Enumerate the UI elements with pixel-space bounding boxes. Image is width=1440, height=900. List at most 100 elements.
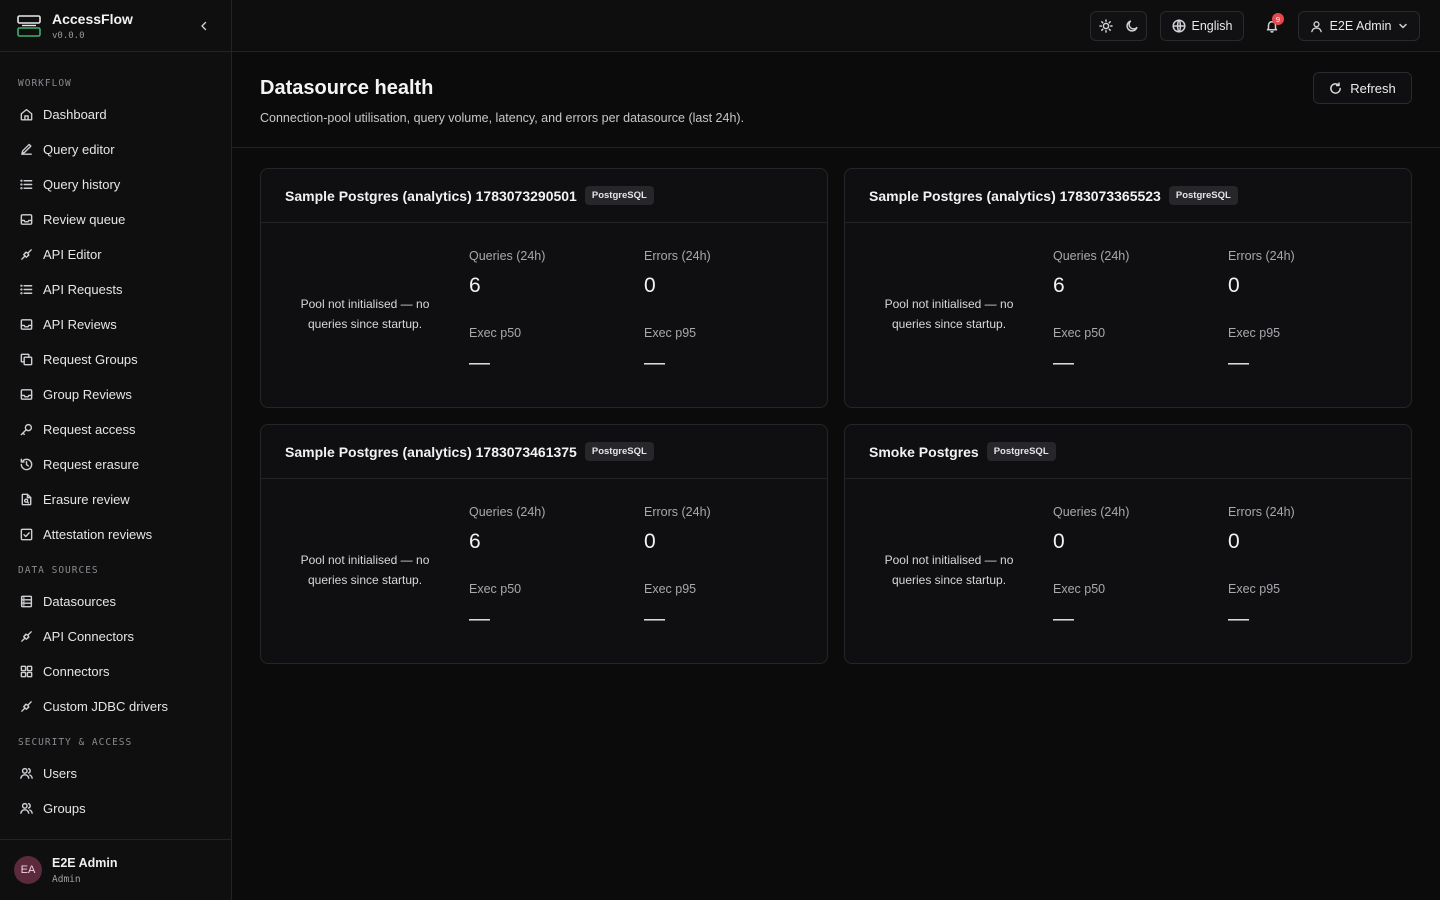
sidebar-item-api-editor[interactable]: API Editor xyxy=(0,237,231,272)
sidebar-nav: WORKFLOW Dashboard Query editor Query histo… xyxy=(0,52,231,826)
sidebar-item-label: Request access xyxy=(43,422,136,437)
sidebar-item-query-history[interactable]: Query history xyxy=(0,167,231,202)
metric-value: — xyxy=(469,607,490,630)
sidebar-item-label: API Requests xyxy=(43,282,123,297)
sidebar-user[interactable]: EA E2E Admin Admin xyxy=(0,839,231,900)
metric-value: — xyxy=(1228,607,1249,630)
inbox-icon xyxy=(18,317,34,333)
sidebar-item-query-editor[interactable]: Query editor xyxy=(0,132,231,167)
app-name: AccessFlow xyxy=(52,10,133,27)
sidebar-item-datasources[interactable]: Datasources xyxy=(0,584,231,619)
chevron-left-icon xyxy=(201,21,207,31)
metric-label: Exec p50 xyxy=(1053,582,1106,596)
avatar: EA xyxy=(14,856,42,884)
nav-section-title: WORKFLOW xyxy=(18,77,72,89)
sidebar-item-group-reviews[interactable]: Group Reviews xyxy=(0,377,231,412)
sidebar-item-api-connectors[interactable]: API Connectors xyxy=(0,619,231,654)
sidebar-item-request-access[interactable]: Request access xyxy=(0,412,231,447)
sidebar-item-label: API Connectors xyxy=(43,629,135,644)
metric-value: 0 xyxy=(1053,530,1065,553)
metric-label: Errors (24h) xyxy=(1228,249,1295,263)
pencil-icon xyxy=(18,142,34,158)
collapse-sidebar-button[interactable] xyxy=(195,17,213,35)
plug-icon xyxy=(18,699,34,715)
datasource-name: Sample Postgres (analytics) 178307346137… xyxy=(285,443,577,460)
datasource-type-badge: PostgreSQL xyxy=(986,442,1056,461)
topbar: English 9 E2E Admin xyxy=(232,0,1440,52)
sidebar-item-custom-jdbc-drivers[interactable]: Custom JDBC drivers xyxy=(0,689,231,724)
metric-value: 6 xyxy=(469,274,481,297)
nav-section-title: DATA SOURCES xyxy=(18,564,99,576)
metric-value: 0 xyxy=(644,530,656,553)
metric-queries: Queries (24h) 6 xyxy=(469,505,545,554)
sidebar-item-dashboard[interactable]: Dashboard xyxy=(0,97,231,132)
nav-section-title: SECURITY & ACCESS xyxy=(18,736,133,748)
theme-toggle[interactable] xyxy=(1090,11,1147,41)
sidebar-item-erasure-review[interactable]: Erasure review xyxy=(0,482,231,517)
users-icon xyxy=(18,766,34,782)
chevron-down-icon xyxy=(1399,23,1408,29)
sidebar-item-attestation-reviews[interactable]: Attestation reviews xyxy=(0,517,231,552)
key-icon xyxy=(18,422,34,438)
sidebar-item-label: Group Reviews xyxy=(43,387,132,402)
sidebar-item-label: Datasources xyxy=(43,594,116,609)
pool-status-note: Pool not initialised — no queries since … xyxy=(884,297,1014,331)
metric-errors: Errors (24h) 0 xyxy=(644,505,711,554)
logo-icon xyxy=(17,14,41,37)
sidebar-item-label: Users xyxy=(43,766,77,781)
metric-value: 6 xyxy=(1053,274,1065,297)
home-icon xyxy=(18,107,34,123)
plug-icon xyxy=(18,629,34,645)
nav-section: SECURITY & ACCESS Users Groups xyxy=(0,731,231,826)
app-version: v0.0.0 xyxy=(52,30,85,41)
metric-label: Queries (24h) xyxy=(469,249,546,263)
metric-errors: Errors (24h) 0 xyxy=(1228,249,1295,298)
metric-label: Errors (24h) xyxy=(644,249,711,263)
datasource-type-badge: PostgreSQL xyxy=(584,186,654,205)
datasource-card: Smoke Postgres PostgreSQL Pool not initi… xyxy=(844,424,1412,664)
metric-label: Exec p50 xyxy=(1053,326,1106,340)
datasource-type-badge: PostgreSQL xyxy=(1168,186,1238,205)
metric-label: Exec p95 xyxy=(1228,582,1281,596)
card-header: Sample Postgres (analytics) 178307336552… xyxy=(845,169,1411,223)
pool-status-note: Pool not initialised — no queries since … xyxy=(884,553,1014,587)
sidebar: AccessFlow v0.0.0 WORKFLOW Dashboard Query… xyxy=(0,0,232,900)
sun-icon[interactable] xyxy=(1098,19,1113,33)
metric-value: — xyxy=(469,351,490,374)
sidebar-item-request-groups[interactable]: Request Groups xyxy=(0,342,231,377)
moon-icon[interactable] xyxy=(1125,19,1139,33)
metric-label: Queries (24h) xyxy=(1053,249,1130,263)
metric-exec-p50: Exec p50 — xyxy=(1053,582,1105,631)
sidebar-item-api-reviews[interactable]: API Reviews xyxy=(0,307,231,342)
metric-value: — xyxy=(1053,351,1074,374)
card-header: Sample Postgres (analytics) 178307346137… xyxy=(261,425,827,479)
metric-errors: Errors (24h) 0 xyxy=(1228,505,1295,554)
metric-exec-p50: Exec p50 — xyxy=(1053,326,1105,375)
metric-value: 0 xyxy=(644,274,656,297)
metric-value: — xyxy=(644,607,665,630)
list-icon xyxy=(18,282,34,298)
grid-icon xyxy=(18,664,34,680)
sidebar-item-label: API Reviews xyxy=(43,317,117,332)
sidebar-item-api-requests[interactable]: API Requests xyxy=(0,272,231,307)
sidebar-item-label: Custom JDBC drivers xyxy=(43,699,168,714)
sidebar-item-request-erasure[interactable]: Request erasure xyxy=(0,447,231,482)
refresh-button[interactable]: Refresh xyxy=(1313,72,1412,104)
sidebar-item-groups[interactable]: Groups xyxy=(0,791,231,826)
user-menu-button[interactable]: E2E Admin xyxy=(1298,11,1420,41)
users-icon xyxy=(18,801,34,817)
copy-icon xyxy=(18,352,34,368)
user-icon xyxy=(1310,20,1322,32)
sidebar-item-label: Attestation reviews xyxy=(43,527,153,542)
database-icon xyxy=(18,594,34,610)
language-button[interactable]: English xyxy=(1160,11,1244,41)
sidebar-user-name: E2E Admin xyxy=(52,855,118,870)
pool-status-note: Pool not initialised — no queries since … xyxy=(300,553,430,587)
metric-exec-p95: Exec p95 — xyxy=(1228,326,1280,375)
metric-exec-p95: Exec p95 — xyxy=(644,582,696,631)
sidebar-item-review-queue[interactable]: Review queue xyxy=(0,202,231,237)
plug-icon xyxy=(18,247,34,263)
sidebar-item-users[interactable]: Users xyxy=(0,756,231,791)
sidebar-item-connectors[interactable]: Connectors xyxy=(0,654,231,689)
metric-exec-p95: Exec p95 — xyxy=(644,326,696,375)
